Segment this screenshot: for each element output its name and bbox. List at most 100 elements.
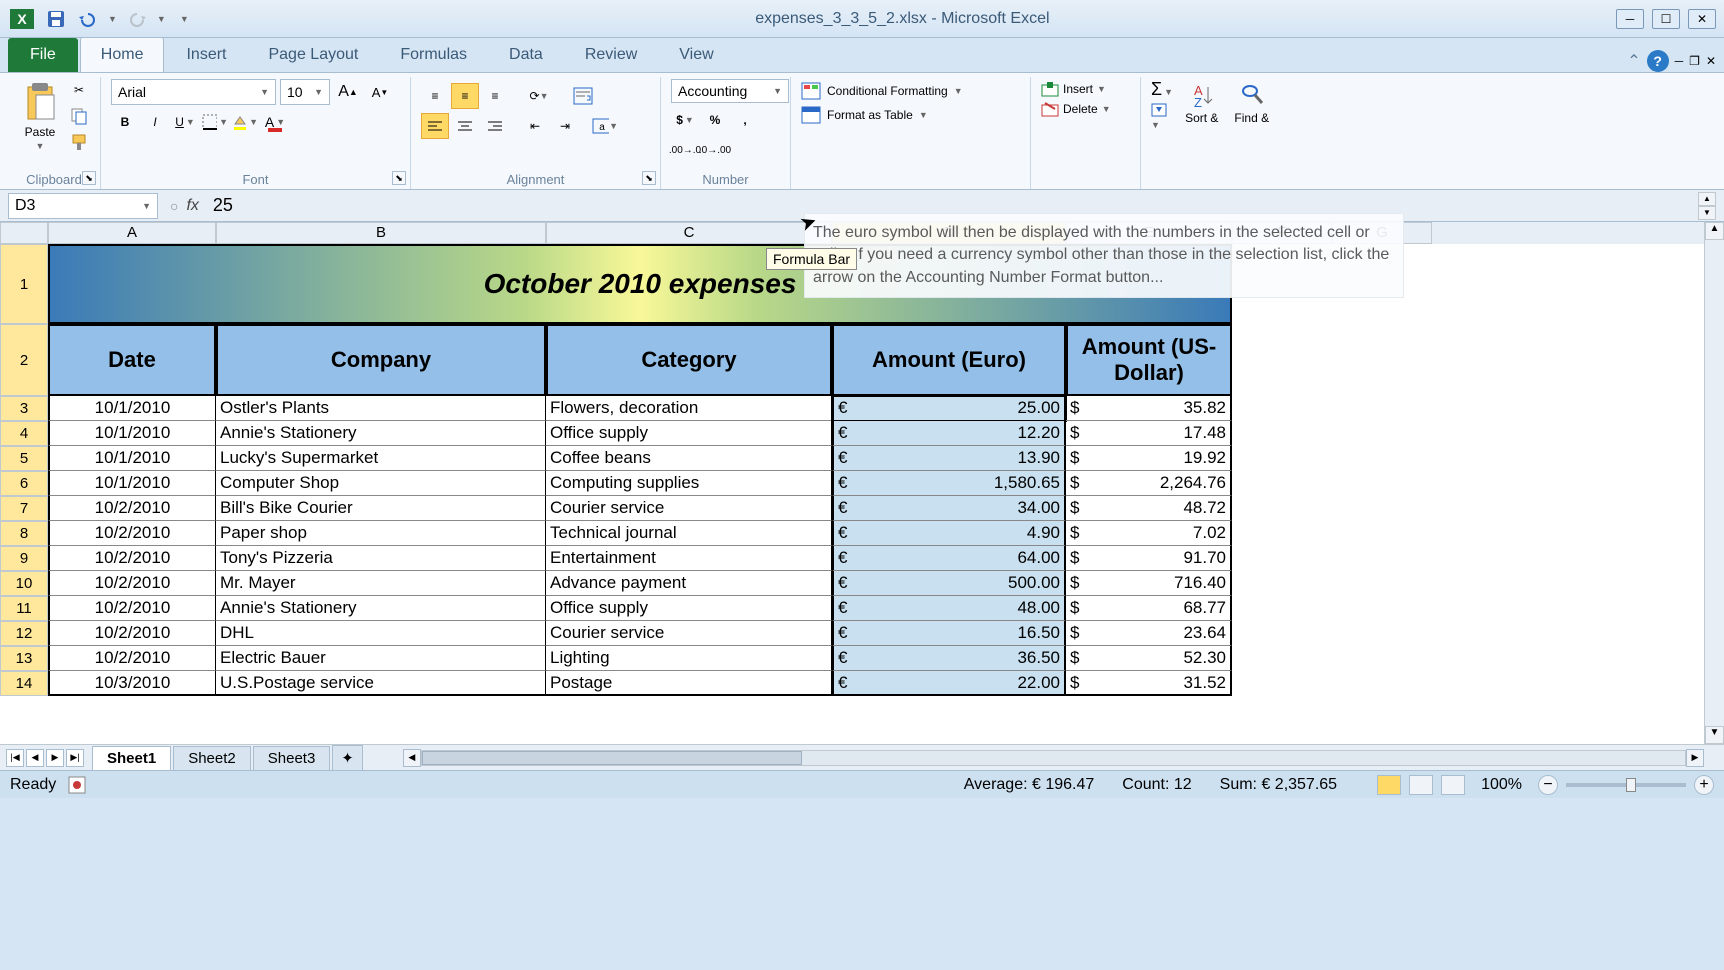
cell-date[interactable]: 10/2/2010 [48,496,216,521]
table-row[interactable]: 10/1/2010Lucky's SupermarketCoffee beans… [48,446,1724,471]
align-top-icon[interactable]: ≡ [421,83,449,109]
cell-company[interactable]: Tony's Pizzeria [216,546,546,571]
underline-button[interactable]: U▼ [171,109,199,135]
zoom-slider[interactable] [1566,783,1686,787]
cell-company[interactable]: Paper shop [216,521,546,546]
fill-color-button[interactable]: ▼ [231,109,259,135]
paste-button[interactable]: Paste ▼ [18,79,62,153]
sheet-nav-prev[interactable]: ◀ [26,749,44,767]
cell-company[interactable]: Lucky's Supermarket [216,446,546,471]
cell-company[interactable]: DHL [216,621,546,646]
zoom-in-button[interactable]: + [1694,775,1714,795]
grow-font-icon[interactable]: A▲ [334,79,362,105]
cell-company[interactable]: Mr. Mayer [216,571,546,596]
header-date[interactable]: Date [48,324,216,396]
col-header-c[interactable]: C [546,222,832,244]
cell-category[interactable]: Courier service [546,496,832,521]
cell-euro[interactable]: €25.00 [832,396,1066,421]
table-row[interactable]: 10/2/2010Paper shopTechnical journal€4.9… [48,521,1724,546]
header-category[interactable]: Category [546,324,832,396]
cell-category[interactable]: Postage [546,671,832,696]
tab-formulas[interactable]: Formulas [380,38,487,72]
alignment-launcher[interactable]: ⬊ [642,171,656,185]
undo-icon[interactable] [76,7,100,31]
cell-usd[interactable]: $7.02 [1066,521,1232,546]
cell-category[interactable]: Courier service [546,621,832,646]
view-page-break-icon[interactable] [1441,775,1465,795]
redo-icon[interactable] [125,7,149,31]
decrease-decimal-icon[interactable]: .0→.00 [701,137,729,163]
font-color-button[interactable]: A▼ [261,109,289,135]
cell-euro[interactable]: €12.20 [832,421,1066,446]
tab-home[interactable]: Home [80,37,165,72]
select-all-corner[interactable] [0,222,48,244]
font-name-combo[interactable]: Arial▼ [111,79,276,105]
sheet-nav-last[interactable]: ▶| [66,749,84,767]
border-button[interactable]: ▼ [201,109,229,135]
maximize-button[interactable]: ☐ [1652,9,1680,29]
increase-indent-icon[interactable]: ⇥ [551,113,579,139]
table-row[interactable]: 10/2/2010DHLCourier service€16.50$23.64 [48,621,1724,646]
excel-logo-icon[interactable]: X [8,5,36,33]
workbook-restore-icon[interactable]: ❐ [1689,54,1700,68]
sheet-tab-3[interactable]: Sheet3 [253,746,331,770]
zoom-out-button[interactable]: − [1538,775,1558,795]
row-header-12[interactable]: 12 [0,621,48,646]
row-header-9[interactable]: 9 [0,546,48,571]
table-row[interactable]: 10/2/2010Bill's Bike CourierCourier serv… [48,496,1724,521]
cell-usd[interactable]: $68.77 [1066,596,1232,621]
header-usd[interactable]: Amount (US-Dollar) [1066,324,1232,396]
cell-company[interactable]: Computer Shop [216,471,546,496]
cell-euro[interactable]: €22.00 [832,671,1066,696]
cell-date[interactable]: 10/2/2010 [48,571,216,596]
cell-date[interactable]: 10/2/2010 [48,596,216,621]
minimize-ribbon-icon[interactable]: ⌃ [1627,51,1640,71]
header-company[interactable]: Company [216,324,546,396]
cell-date[interactable]: 10/1/2010 [48,446,216,471]
cell-company[interactable]: Bill's Bike Courier [216,496,546,521]
comma-format-icon[interactable]: , [731,107,759,133]
workbook-close-icon[interactable]: ✕ [1706,54,1716,68]
align-right-icon[interactable] [481,113,509,139]
sheet-nav-next[interactable]: ▶ [46,749,64,767]
tab-page-layout[interactable]: Page Layout [248,38,378,72]
row-header-1[interactable]: 1 [0,244,48,324]
cut-icon[interactable]: ✂ [68,79,90,101]
row-header-8[interactable]: 8 [0,521,48,546]
wrap-text-icon[interactable] [569,83,597,109]
cancel-formula-icon[interactable]: ○ [170,198,178,214]
view-normal-icon[interactable] [1377,775,1401,795]
name-box[interactable]: D3▼ [8,193,158,219]
font-launcher[interactable]: ⬊ [392,171,406,185]
insert-button[interactable]: Insert [1063,82,1093,96]
autosum-icon[interactable]: Σ▼ [1151,79,1173,100]
save-icon[interactable] [44,7,68,31]
font-size-combo[interactable]: 10▼ [280,79,330,105]
table-row[interactable]: 10/2/2010Annie's StationeryOffice supply… [48,596,1724,621]
tab-view[interactable]: View [659,38,733,72]
cell-company[interactable]: Ostler's Plants [216,396,546,421]
cell-usd[interactable]: $2,264.76 [1066,471,1232,496]
cell-date[interactable]: 10/2/2010 [48,521,216,546]
align-center-icon[interactable] [451,113,479,139]
cell-company[interactable]: Electric Bauer [216,646,546,671]
table-row[interactable]: 10/2/2010Mr. MayerAdvance payment€500.00… [48,571,1724,596]
table-row[interactable]: 10/3/2010U.S.Postage servicePostage€22.0… [48,671,1724,696]
minimize-button[interactable]: ─ [1616,9,1644,29]
row-header-2[interactable]: 2 [0,324,48,396]
cells-area[interactable]: October 2010 expenses Date Company Categ… [48,244,1724,696]
cell-category[interactable]: Technical journal [546,521,832,546]
cell-euro[interactable]: €13.90 [832,446,1066,471]
italic-button[interactable]: I [141,109,169,135]
format-painter-icon[interactable] [68,131,90,153]
workbook-minimize-icon[interactable]: ─ [1675,54,1684,68]
col-header-b[interactable]: B [216,222,546,244]
cell-euro[interactable]: €34.00 [832,496,1066,521]
table-row[interactable]: 10/1/2010Annie's StationeryOffice supply… [48,421,1724,446]
align-middle-icon[interactable]: ≡ [451,83,479,109]
hscroll-right-icon[interactable]: ▶ [1686,749,1704,767]
cell-company[interactable]: Annie's Stationery [216,421,546,446]
table-row[interactable]: 10/2/2010Electric BauerLighting€36.50$52… [48,646,1724,671]
cell-category[interactable]: Advance payment [546,571,832,596]
close-button[interactable]: ✕ [1688,9,1716,29]
